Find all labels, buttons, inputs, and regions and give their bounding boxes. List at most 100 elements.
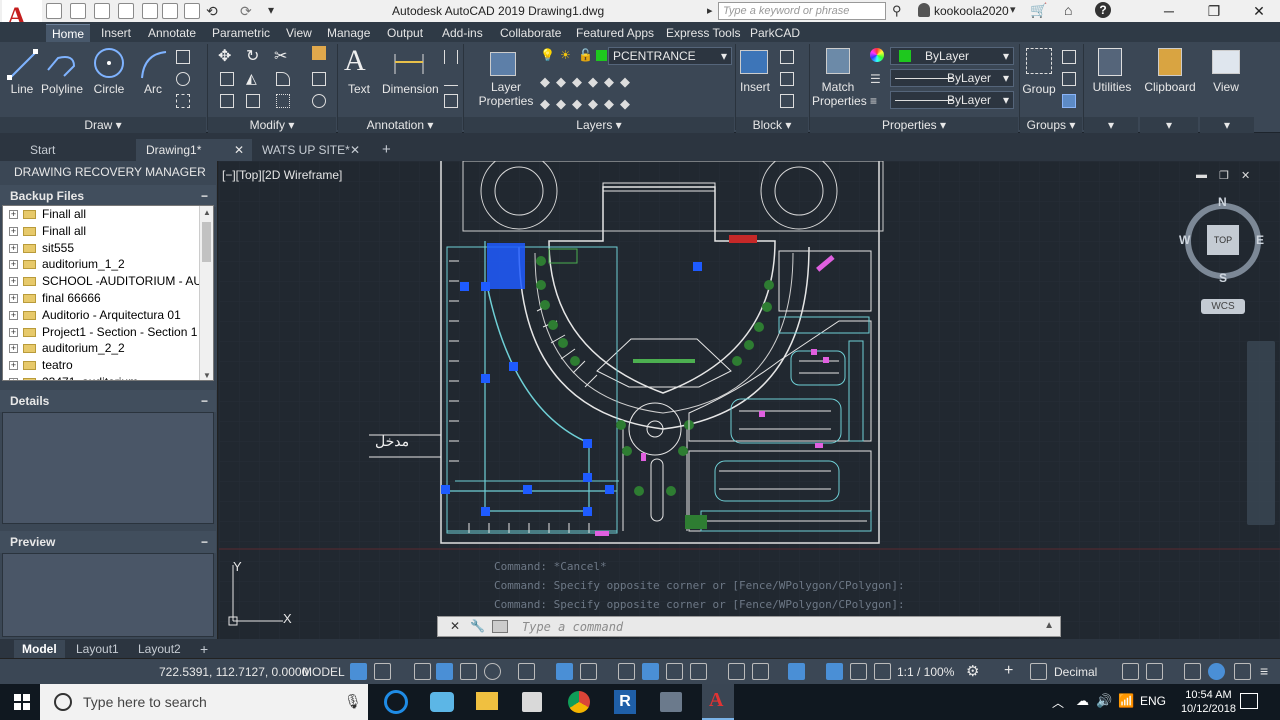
coordinates-readout[interactable]: 722.5391, 112.7127, 0.0000	[159, 665, 308, 679]
tab-insert[interactable]: Insert	[101, 24, 131, 42]
tab-collaborate[interactable]: Collaborate	[500, 24, 561, 42]
tab-layout1[interactable]: Layout1	[68, 640, 127, 658]
object-snap-icon[interactable]	[580, 663, 597, 680]
save-as-icon[interactable]	[118, 3, 134, 19]
table-icon[interactable]	[444, 94, 458, 108]
insert-button[interactable]: Insert	[736, 80, 774, 94]
text-icon[interactable]: A	[344, 44, 366, 78]
taskbar-search-box[interactable]: Type here to search 🎙	[40, 684, 368, 720]
group-select-icon[interactable]	[1062, 94, 1076, 108]
properties-panel-title[interactable]: Properties ▾	[810, 117, 1018, 133]
new-layout-button[interactable]: +	[192, 640, 216, 658]
app-icon[interactable]	[660, 692, 682, 712]
modify-panel-title[interactable]: Modify ▾	[208, 117, 336, 133]
viewcube-west[interactable]: W	[1179, 233, 1190, 247]
clipboard-button[interactable]: Clipboard	[1140, 80, 1200, 94]
viewport-close-icon[interactable]: ✕	[1241, 169, 1250, 182]
autocad-taskbar-button[interactable]: A	[702, 684, 734, 720]
color-wheel-icon[interactable]	[870, 48, 884, 62]
line-button[interactable]: Line	[4, 82, 40, 96]
layer-freeze-icon[interactable]: ☀	[560, 48, 571, 62]
group-edit-icon[interactable]	[1062, 72, 1076, 86]
command-input[interactable]: Type a command	[522, 620, 623, 634]
arc-icon[interactable]	[138, 48, 168, 82]
backup-files-header[interactable]: Backup Files −	[0, 185, 216, 207]
close-command-icon[interactable]: ✕	[450, 619, 460, 633]
3d-osnap-icon[interactable]	[690, 663, 707, 680]
fillet-icon[interactable]	[276, 72, 290, 86]
leader-icon[interactable]	[444, 72, 458, 86]
grid-icon[interactable]	[350, 663, 367, 680]
user-dropdown-icon[interactable]: ▾	[1010, 3, 1016, 16]
auto-scale-icon[interactable]	[850, 663, 867, 680]
lineweight-toggle-icon[interactable]	[618, 663, 635, 680]
selection-cycling-icon[interactable]	[666, 663, 683, 680]
layers-panel-title[interactable]: Layers ▾	[464, 117, 734, 133]
tab-manage[interactable]: Manage	[327, 24, 370, 42]
file-explorer-icon[interactable]	[476, 692, 498, 710]
help-search-input[interactable]: Type a keyword or phrase	[718, 2, 886, 20]
search-arrow-icon[interactable]: ▸	[707, 4, 713, 17]
help-icon[interactable]: ?	[1095, 2, 1111, 18]
exchange-icon[interactable]: ⌂	[1064, 2, 1072, 18]
viewport-controls[interactable]: [−][Top][2D Wireframe]	[222, 168, 342, 182]
move-icon[interactable]: ✥	[218, 46, 231, 66]
copy-icon[interactable]	[220, 72, 234, 86]
photos-icon[interactable]	[430, 692, 454, 712]
viewport-maximize-icon[interactable]: ❐	[1219, 169, 1229, 182]
dimension-button[interactable]: Dimension	[382, 82, 439, 96]
polar-tracking-icon[interactable]	[484, 663, 501, 680]
color-dropdown[interactable]: ByLayer ▾	[890, 47, 1014, 65]
match-properties-icon[interactable]	[826, 48, 850, 74]
isolate-objects-icon[interactable]	[1184, 663, 1201, 680]
dimension-icon[interactable]	[392, 50, 426, 78]
layer-properties-button[interactable]: Layer Properties	[470, 80, 542, 108]
quick-properties-icon[interactable]	[1122, 663, 1139, 680]
lineweight-dropdown[interactable]: ByLayer ▾	[890, 91, 1014, 109]
circle-button[interactable]: Circle	[88, 82, 130, 96]
annotation-scale-icon[interactable]	[874, 663, 891, 680]
clean-screen-icon[interactable]	[1234, 663, 1251, 680]
tab-start[interactable]: Start	[20, 139, 65, 161]
recent-commands-icon[interactable]	[492, 620, 508, 633]
redo-icon[interactable]: ⟳	[240, 3, 252, 20]
draw-panel-title[interactable]: Draw ▾	[0, 117, 206, 133]
linetype-dropdown[interactable]: ByLayer ▾	[890, 69, 1014, 87]
viewcube-top[interactable]: TOP	[1207, 225, 1239, 255]
insert-block-icon[interactable]	[740, 50, 768, 74]
notifications-icon[interactable]	[1240, 693, 1258, 709]
workspace-gear-icon[interactable]: ⚙	[966, 662, 979, 680]
binoculars-icon[interactable]: ⚲	[892, 3, 902, 19]
linear-dim-icon[interactable]	[444, 50, 458, 64]
layer-properties-icon[interactable]	[490, 52, 516, 76]
tab-express-tools[interactable]: Express Tools	[666, 24, 740, 42]
tab-view[interactable]: View	[286, 24, 312, 42]
tab-parametric[interactable]: Parametric	[212, 24, 270, 42]
user-name[interactable]: kookoola2020	[934, 4, 1009, 18]
save-icon[interactable]	[94, 3, 110, 19]
list-item[interactable]: + sit555	[3, 240, 213, 257]
tab-layout2[interactable]: Layout2	[130, 640, 189, 658]
create-block-icon[interactable]	[780, 50, 794, 64]
units-icon[interactable]	[1030, 663, 1047, 680]
transparency-icon[interactable]	[642, 663, 659, 680]
mirror-icon[interactable]: ◭	[246, 70, 257, 87]
rotate-icon[interactable]: ↻	[246, 46, 259, 66]
erase-icon[interactable]	[312, 46, 326, 60]
list-item[interactable]: + auditorium_2_2	[3, 340, 213, 357]
group-button[interactable]: Group	[1020, 82, 1058, 96]
layer-tools-row1-icons[interactable]: ◆◆◆◆◆◆	[540, 74, 636, 90]
gizmo-icon[interactable]	[788, 663, 805, 680]
list-item[interactable]: + final 66666	[3, 290, 213, 307]
ortho-icon[interactable]	[460, 663, 477, 680]
block-panel-title[interactable]: Block ▾	[736, 117, 808, 133]
minimize-button[interactable]: ─	[1146, 0, 1192, 22]
ellipse-icon[interactable]	[176, 72, 190, 86]
wcs-menu[interactable]: WCS	[1201, 299, 1245, 314]
dynamic-ucs-icon[interactable]	[728, 663, 745, 680]
tab-output[interactable]: Output	[387, 24, 423, 42]
user-icon[interactable]	[918, 3, 930, 17]
list-item[interactable]: + Finall all	[3, 206, 213, 223]
viewcube-south[interactable]: S	[1219, 271, 1227, 285]
infer-constraints-icon[interactable]	[414, 663, 431, 680]
